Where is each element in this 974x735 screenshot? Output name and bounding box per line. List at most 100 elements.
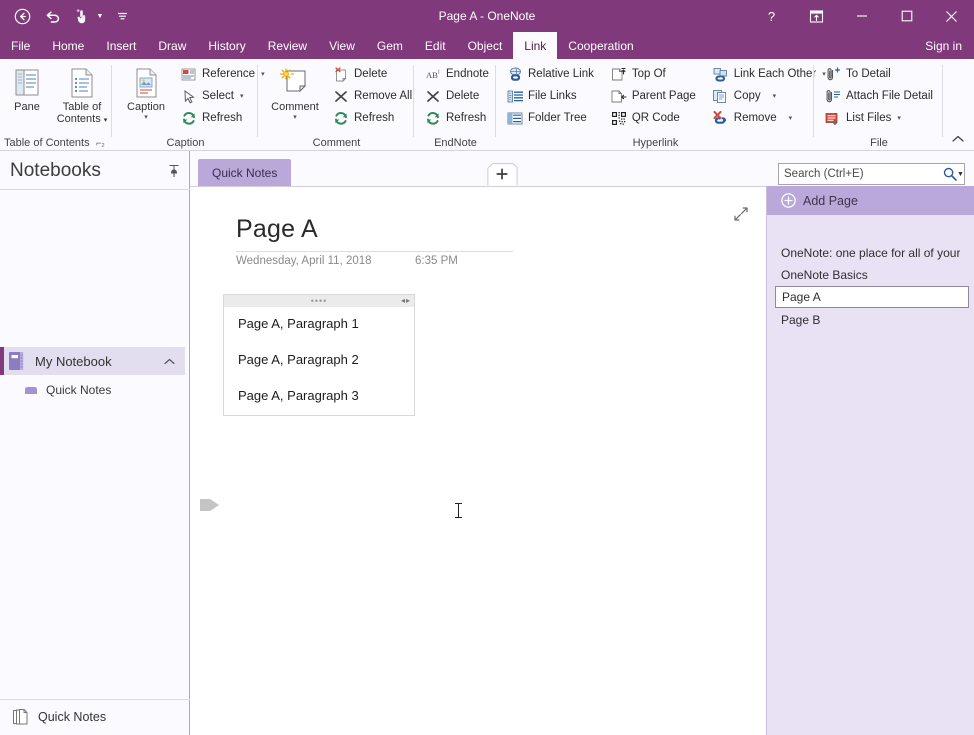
chevron-down-icon[interactable]: ▾ bbox=[897, 114, 901, 122]
comment-button[interactable]: Comment ▾ bbox=[265, 62, 325, 130]
chevron-down-icon[interactable]: ▾ bbox=[789, 114, 793, 122]
page-title-notebooks: Notebooks bbox=[10, 160, 101, 182]
pane-button[interactable]: Pane bbox=[0, 62, 54, 130]
tab-history[interactable]: History bbox=[197, 32, 256, 59]
comment-refresh-button[interactable]: Refresh bbox=[329, 107, 417, 129]
reference-button[interactable]: Reference ▾ bbox=[177, 63, 270, 85]
caption-caret-icon[interactable]: ▾ bbox=[144, 113, 148, 121]
onenote-window: ▼ Page A - OneNote ? File Home Insert bbox=[0, 0, 974, 735]
chevron-down-icon[interactable]: ▾ bbox=[240, 92, 244, 100]
note-text-container[interactable]: •••• ◂▸ Page A, Paragraph 1 Page A, Para… bbox=[223, 294, 415, 416]
comment-delete-button[interactable]: Delete bbox=[329, 63, 417, 85]
relative-link-button[interactable]: Relative Link bbox=[503, 63, 599, 85]
page-title[interactable]: Page A bbox=[236, 215, 318, 244]
tab-cooperation[interactable]: Cooperation bbox=[557, 32, 644, 59]
tab-edit[interactable]: Edit bbox=[414, 32, 457, 59]
note-resize-arrows-icon[interactable]: ◂▸ bbox=[401, 296, 411, 305]
toc-dialog-launcher-icon[interactable]: ⌐₂ bbox=[96, 138, 105, 148]
delete-x-icon bbox=[424, 87, 442, 105]
qr-code-button[interactable]: QR Code bbox=[607, 107, 701, 129]
select-cursor-icon bbox=[180, 87, 198, 105]
tab-review[interactable]: Review bbox=[257, 32, 318, 59]
ribbon-display-options-icon[interactable] bbox=[794, 0, 839, 32]
minimize-icon[interactable] bbox=[839, 0, 884, 32]
endnote-button[interactable]: AB1 Endnote bbox=[421, 63, 494, 85]
tab-draw[interactable]: Draw bbox=[147, 32, 197, 59]
link-each-other-icon bbox=[712, 65, 730, 83]
add-section-icon[interactable] bbox=[486, 162, 518, 186]
page-canvas[interactable]: Page A Wednesday, April 11, 2018 6:35 PM… bbox=[190, 186, 766, 735]
tab-link[interactable]: Link bbox=[513, 32, 557, 59]
sign-in-button[interactable]: Sign in bbox=[913, 32, 974, 59]
tab-gem[interactable]: Gem bbox=[366, 32, 414, 59]
chevron-down-icon[interactable]: ▾ bbox=[773, 92, 777, 100]
note-paragraph-2[interactable]: Page A, Paragraph 2 bbox=[238, 352, 359, 367]
chevron-down-icon[interactable]: ▾ bbox=[104, 117, 108, 124]
select-button[interactable]: Select ▾ bbox=[177, 85, 270, 107]
remove-link-label: Remove bbox=[734, 112, 777, 124]
notebook-icon bbox=[8, 351, 26, 371]
parent-page-button[interactable]: Parent Page bbox=[607, 85, 701, 107]
table-of-contents-button[interactable]: Table of Contents ▾ bbox=[54, 62, 110, 130]
page-entry-onenote-basics[interactable]: OneNote Basics bbox=[775, 264, 969, 286]
search-box[interactable]: ▼ bbox=[778, 163, 965, 185]
sidebar-item-quick-notes[interactable]: Quick Notes bbox=[0, 378, 185, 402]
file-links-button[interactable]: File Links bbox=[503, 85, 599, 107]
page-entry-page-a[interactable]: Page A bbox=[775, 286, 969, 308]
search-magnifier-icon[interactable] bbox=[943, 167, 957, 181]
note-paragraph-1[interactable]: Page A, Paragraph 1 bbox=[238, 316, 359, 331]
tab-object[interactable]: Object bbox=[457, 32, 514, 59]
page-time[interactable]: 6:35 PM bbox=[415, 255, 458, 267]
quick-notes-footer-button[interactable]: Quick Notes bbox=[0, 699, 190, 735]
page-entry-page-b[interactable]: Page B bbox=[775, 309, 969, 331]
folder-tree-button[interactable]: Folder Tree bbox=[503, 107, 599, 129]
comment-remove-all-button[interactable]: Remove All bbox=[329, 85, 417, 107]
top-of-page-icon bbox=[610, 65, 628, 83]
tab-home[interactable]: Home bbox=[41, 32, 95, 59]
maximize-icon[interactable] bbox=[884, 0, 929, 32]
chevron-down-icon[interactable]: ▼ bbox=[957, 171, 964, 178]
tab-view[interactable]: View bbox=[318, 32, 366, 59]
tab-file[interactable]: File bbox=[0, 32, 41, 59]
top-of-button[interactable]: Top Of bbox=[607, 63, 701, 85]
expand-page-icon[interactable] bbox=[734, 207, 748, 221]
caption-button[interactable]: Caption ▾ bbox=[119, 62, 173, 130]
text-cursor bbox=[458, 503, 459, 518]
back-circle-icon[interactable] bbox=[8, 3, 36, 29]
close-icon[interactable] bbox=[929, 0, 974, 32]
parent-page-icon bbox=[610, 87, 628, 105]
pin-icon[interactable] bbox=[168, 164, 180, 178]
caption-refresh-button[interactable]: Refresh bbox=[177, 107, 270, 129]
page-entry-onenote-one-place[interactable]: OneNote: one place for all of your bbox=[775, 242, 969, 264]
note-paragraph-3[interactable]: Page A, Paragraph 3 bbox=[238, 388, 359, 403]
touch-mode-caret-icon[interactable]: ▼ bbox=[94, 3, 106, 29]
folder-tree-label: Folder Tree bbox=[528, 112, 587, 124]
endnote-delete-button[interactable]: Delete bbox=[421, 85, 494, 107]
help-icon[interactable]: ? bbox=[749, 0, 794, 32]
comment-button-label: Comment bbox=[271, 101, 319, 113]
ribbon-group-endnote: AB1 Endnote Delete Refres bbox=[415, 59, 496, 151]
collapse-ribbon-icon[interactable] bbox=[948, 130, 968, 148]
touch-mode-icon[interactable] bbox=[68, 3, 96, 29]
svg-text:1: 1 bbox=[437, 69, 440, 75]
file-links-icon bbox=[506, 87, 524, 105]
page-date[interactable]: Wednesday, April 11, 2018 bbox=[236, 255, 372, 267]
customize-quick-access-toolbar-icon[interactable] bbox=[108, 3, 136, 29]
undo-icon[interactable] bbox=[38, 3, 66, 29]
tab-insert[interactable]: Insert bbox=[95, 32, 147, 59]
list-files-button[interactable]: List Files ▾ bbox=[821, 107, 938, 129]
search-input[interactable] bbox=[779, 168, 943, 180]
comment-remove-all-label: Remove All bbox=[354, 90, 412, 102]
refresh-icon bbox=[332, 109, 350, 127]
group-separator bbox=[413, 65, 414, 137]
relative-link-icon bbox=[506, 65, 524, 83]
notebook-item-my-notebook[interactable]: My Notebook bbox=[0, 347, 185, 375]
note-move-handle-icon[interactable]: •••• ◂▸ bbox=[224, 295, 414, 307]
section-tab-quick-notes[interactable]: Quick Notes bbox=[198, 159, 291, 186]
attach-file-detail-button[interactable]: Attach File Detail bbox=[821, 85, 938, 107]
comment-caret-icon[interactable]: ▾ bbox=[293, 113, 297, 121]
add-page-button[interactable]: Add Page bbox=[767, 186, 974, 215]
chevron-up-icon[interactable] bbox=[164, 358, 175, 365]
endnote-refresh-button[interactable]: Refresh bbox=[421, 107, 494, 129]
to-detail-button[interactable]: To Detail bbox=[821, 63, 938, 85]
